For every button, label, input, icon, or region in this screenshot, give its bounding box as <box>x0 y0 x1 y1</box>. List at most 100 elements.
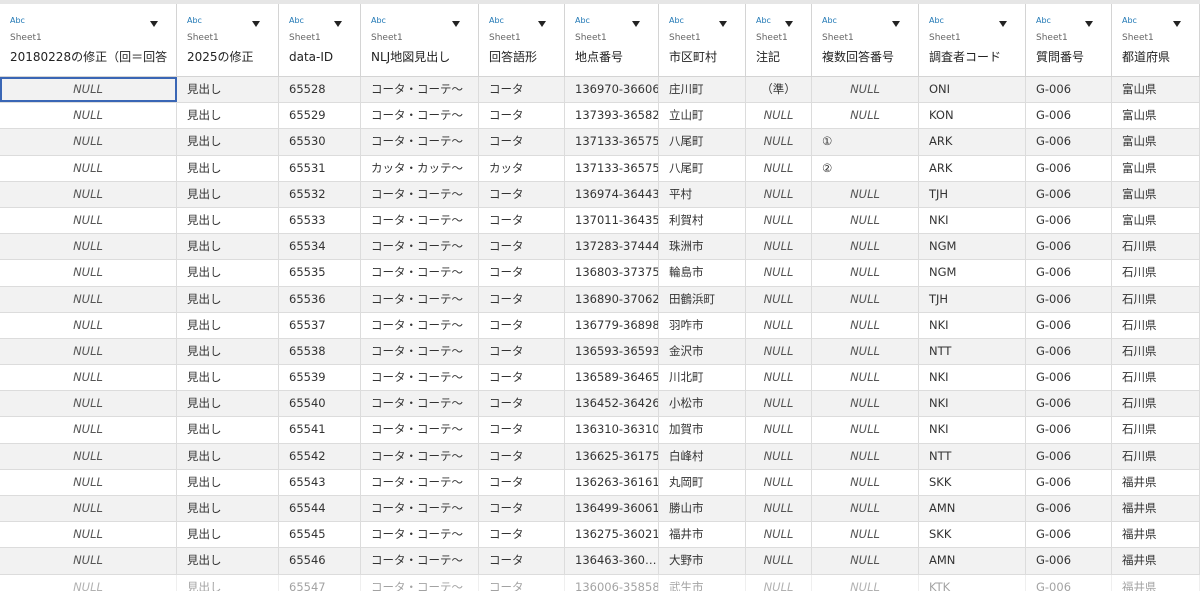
table-cell[interactable]: 見出し <box>177 181 279 207</box>
table-cell[interactable]: NULL <box>746 443 812 469</box>
table-cell[interactable]: NULL <box>0 155 177 181</box>
table-cell[interactable]: 立山町 <box>659 103 746 129</box>
table-cell[interactable]: 勝山市 <box>659 496 746 522</box>
table-cell[interactable]: コータ <box>479 260 565 286</box>
table-cell[interactable]: NULL <box>746 522 812 548</box>
table-cell[interactable]: NULL <box>746 548 812 574</box>
table-cell[interactable]: G-006 <box>1026 548 1112 574</box>
table-cell[interactable]: TJH <box>919 286 1026 312</box>
column-header-col-20180228-fix[interactable]: Abc Sheet1 20180228の修正（回＝回答 <box>0 4 177 76</box>
table-cell[interactable]: AMN <box>919 548 1026 574</box>
table-cell[interactable]: 見出し <box>177 496 279 522</box>
table-cell[interactable]: 136625-36175 <box>565 443 659 469</box>
table-cell[interactable]: NULL <box>0 260 177 286</box>
table-cell[interactable]: 65542 <box>279 443 361 469</box>
table-cell[interactable]: NULL <box>0 522 177 548</box>
table-cell[interactable]: NULL <box>0 469 177 495</box>
table-cell[interactable]: コータ <box>479 496 565 522</box>
table-cell[interactable]: NULL <box>812 260 919 286</box>
table-cell[interactable]: 福井県 <box>1112 469 1200 495</box>
column-header-col-municipality[interactable]: Abc Sheet1 市区町村 <box>659 4 746 76</box>
table-cell[interactable]: NULL <box>0 207 177 234</box>
caret-down-icon[interactable] <box>632 21 640 27</box>
table-cell[interactable]: 見出し <box>177 129 279 155</box>
table-cell[interactable]: NULL <box>746 286 812 312</box>
table-cell[interactable]: G-006 <box>1026 286 1112 312</box>
table-cell[interactable]: 見出し <box>177 365 279 391</box>
table-cell[interactable]: NULL <box>746 155 812 181</box>
table-cell[interactable]: G-006 <box>1026 522 1112 548</box>
caret-down-icon[interactable] <box>252 21 260 27</box>
table-cell[interactable]: NULL <box>0 234 177 260</box>
table-cell[interactable]: NULL <box>0 286 177 312</box>
table-cell[interactable]: NULL <box>746 234 812 260</box>
table-cell[interactable]: コータ・コーテ〜 <box>361 129 479 155</box>
table-cell[interactable]: 136970-36606 <box>565 77 659 103</box>
table-cell[interactable]: NULL <box>0 548 177 574</box>
table-cell[interactable]: ARK <box>919 155 1026 181</box>
table-cell[interactable]: NULL <box>812 443 919 469</box>
table-cell[interactable]: NULL <box>812 548 919 574</box>
table-cell[interactable]: 田鶴浜町 <box>659 286 746 312</box>
table-cell[interactable]: コータ <box>479 181 565 207</box>
table-row[interactable]: NULL 見出し 65546 コータ・コーテ〜 コータ 136463-360… 大野市 NUL… <box>0 548 1200 575</box>
table-cell[interactable]: 65532 <box>279 181 361 207</box>
table-cell[interactable]: 65546 <box>279 548 361 574</box>
table-cell[interactable]: G-006 <box>1026 443 1112 469</box>
table-cell[interactable]: コータ <box>479 77 565 103</box>
table-cell[interactable]: NULL <box>812 181 919 207</box>
table-cell[interactable]: NGM <box>919 234 1026 260</box>
table-cell[interactable]: コータ・コーテ〜 <box>361 391 479 417</box>
table-row[interactable]: NULL 見出し 65536 コータ・コーテ〜 コータ 136890-37062 田鶴浜町 N… <box>0 286 1200 313</box>
table-cell[interactable]: NULL <box>746 417 812 443</box>
table-cell[interactable]: AMN <box>919 496 1026 522</box>
column-header-col-data-id[interactable]: Abc Sheet1 data-ID <box>279 4 361 76</box>
table-row[interactable]: NULL 見出し 65544 コータ・コーテ〜 コータ 136499-36061 勝山市 NU… <box>0 496 1200 523</box>
table-cell[interactable]: 136006-35858 <box>565 574 659 591</box>
table-cell[interactable]: 八尾町 <box>659 129 746 155</box>
table-cell[interactable]: NULL <box>0 417 177 443</box>
table-cell[interactable]: G-006 <box>1026 312 1112 338</box>
table-cell[interactable]: コータ <box>479 574 565 591</box>
table-cell[interactable]: コータ・コーテ〜 <box>361 181 479 207</box>
table-cell[interactable]: 石川県 <box>1112 338 1200 365</box>
table-cell[interactable]: 見出し <box>177 574 279 591</box>
table-cell[interactable]: 福井県 <box>1112 496 1200 522</box>
table-cell[interactable]: 見出し <box>177 443 279 469</box>
table-cell[interactable]: コータ <box>479 365 565 391</box>
table-cell[interactable]: 見出し <box>177 260 279 286</box>
table-cell[interactable]: 見出し <box>177 77 279 103</box>
column-header-col-note[interactable]: Abc Sheet1 注記 <box>746 4 812 76</box>
table-cell[interactable]: 金沢市 <box>659 338 746 365</box>
caret-down-icon[interactable] <box>1085 21 1093 27</box>
table-cell[interactable]: 石川県 <box>1112 234 1200 260</box>
table-cell[interactable]: 65545 <box>279 522 361 548</box>
table-cell[interactable]: 大野市 <box>659 548 746 574</box>
table-cell[interactable]: G-006 <box>1026 181 1112 207</box>
table-cell[interactable]: NULL <box>812 234 919 260</box>
table-cell[interactable]: G-006 <box>1026 365 1112 391</box>
table-cell[interactable]: 136310-36310 <box>565 417 659 443</box>
table-row[interactable]: NULL 見出し 65531 カッタ・カッテ〜 カッタ 137133-36575 八尾町 NU… <box>0 155 1200 182</box>
table-cell[interactable]: 八尾町 <box>659 155 746 181</box>
table-cell[interactable]: ② <box>812 155 919 181</box>
table-cell[interactable]: カッタ <box>479 155 565 181</box>
table-cell[interactable]: 見出し <box>177 234 279 260</box>
table-cell[interactable]: 見出し <box>177 417 279 443</box>
table-cell[interactable]: NULL <box>812 77 919 103</box>
table-cell[interactable]: NULL <box>746 338 812 365</box>
table-cell[interactable]: NULL <box>0 443 177 469</box>
table-cell[interactable]: ① <box>812 129 919 155</box>
table-cell[interactable]: コータ・コーテ〜 <box>361 548 479 574</box>
table-cell[interactable]: 137133-36575 <box>565 155 659 181</box>
table-cell[interactable]: G-006 <box>1026 155 1112 181</box>
table-cell[interactable]: 富山県 <box>1112 129 1200 155</box>
table-cell[interactable]: コータ <box>479 103 565 129</box>
caret-down-icon[interactable] <box>538 21 546 27</box>
table-cell[interactable]: 137283-37444 <box>565 234 659 260</box>
table-cell[interactable]: 庄川町 <box>659 77 746 103</box>
caret-down-icon[interactable] <box>999 21 1007 27</box>
table-row[interactable]: NULL 見出し 65547 コータ・コーテ〜 コータ 136006-35858 武生市 NU… <box>0 574 1200 591</box>
table-cell[interactable]: コータ・コーテ〜 <box>361 286 479 312</box>
table-cell[interactable]: NULL <box>812 207 919 234</box>
